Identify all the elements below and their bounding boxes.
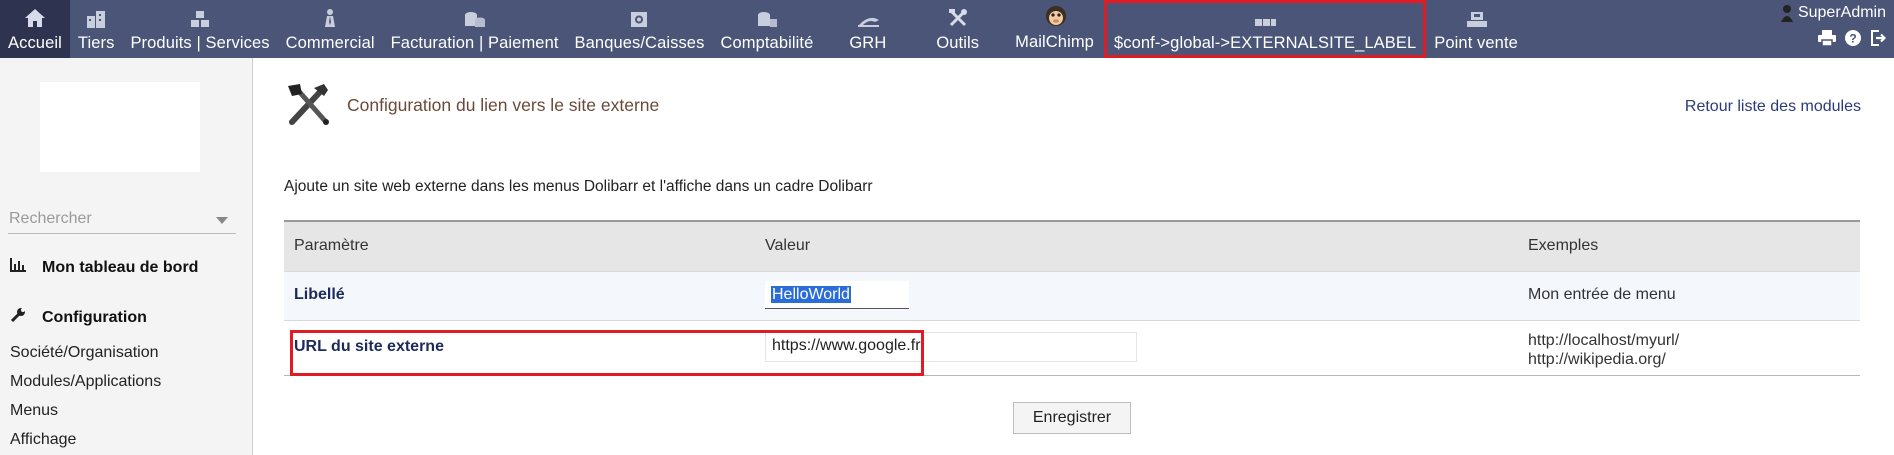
search-select[interactable]: Rechercher — [8, 206, 236, 234]
print-icon[interactable] — [1818, 30, 1836, 46]
menu-label: Tiers — [77, 34, 115, 52]
url-input-value: https://www.google.fr — [772, 337, 921, 354]
user-menu[interactable]: SuperAdmin — [1780, 4, 1886, 22]
menu-label: Banques/Caisses — [574, 34, 705, 52]
wrench-icon — [10, 307, 34, 328]
column-header: Paramètre — [294, 237, 369, 254]
logout-icon[interactable] — [1870, 30, 1886, 46]
label-input-value: HelloWorld — [771, 286, 851, 303]
label-input[interactable]: HelloWorld — [765, 281, 909, 309]
user-avatar-icon — [1780, 4, 1793, 22]
sidebar-link-modules[interactable]: Modules/Applications — [10, 373, 161, 391]
top-tools: ? — [1818, 30, 1886, 46]
chevron-down-icon — [216, 217, 228, 224]
hrm-icon — [857, 6, 879, 28]
param-label: URL du site externe — [294, 338, 444, 355]
menu-outils[interactable]: Outils — [914, 0, 1001, 58]
back-to-modules-link[interactable]: Retour liste des modules — [1685, 98, 1861, 116]
menu-label: GRH — [849, 34, 887, 52]
menu-external-site[interactable]: $conf->global->EXTERNALSITE_LABEL — [1103, 0, 1427, 58]
column-header: Valeur — [765, 237, 811, 254]
page-description: Ajoute un site web externe dans les menu… — [284, 178, 873, 195]
company-logo — [40, 82, 200, 172]
param-label: Libellé — [294, 286, 345, 303]
bank-icon — [628, 6, 650, 28]
products-icon — [189, 6, 211, 28]
user-area: SuperAdmin ? — [1780, 4, 1886, 46]
menu-commercial[interactable]: Commercial — [278, 0, 383, 58]
top-menu-bar: Accueil Tiers Produits | Services Commer… — [0, 0, 1894, 58]
menu-label: Comptabilité — [720, 34, 814, 52]
sidebar-link-societe[interactable]: Société/Organisation — [10, 344, 159, 362]
menu-label: Produits | Services — [130, 34, 270, 52]
save-button[interactable]: Enregistrer — [1013, 402, 1131, 434]
help-icon[interactable]: ? — [1845, 30, 1861, 46]
example-line: http://wikipedia.org/ — [1528, 351, 1666, 368]
example-text: http://localhost/myurl/ http://wikipedia… — [1528, 331, 1679, 369]
external-site-icon — [1254, 6, 1277, 28]
tools-icon — [947, 6, 969, 28]
sidebar-item-dashboard[interactable]: Mon tableau de bord — [10, 258, 198, 277]
mailchimp-icon — [1044, 3, 1066, 27]
svg-text:?: ? — [1849, 32, 1856, 46]
chart-icon — [10, 258, 34, 277]
sidebar-link-menus[interactable]: Menus — [10, 402, 58, 420]
billing-icon — [464, 6, 486, 28]
menu-label: Point vente — [1434, 34, 1518, 52]
menu-label: Facturation | Paiement — [390, 34, 559, 52]
search-placeholder: Rechercher — [9, 210, 92, 227]
menu-facturation[interactable]: Facturation | Paiement — [383, 0, 567, 58]
left-sidebar: Rechercher Mon tableau de bord Configura… — [0, 58, 253, 455]
url-input[interactable]: https://www.google.fr — [765, 332, 1137, 362]
menu-label: Accueil — [8, 34, 62, 52]
table-header-row: Paramètre Valeur Exemples — [284, 222, 1860, 272]
menu-produits-services[interactable]: Produits | Services — [122, 0, 277, 58]
table-row: Libellé HelloWorld Mon entrée de menu — [284, 272, 1860, 321]
commercial-icon — [319, 6, 341, 28]
main-content: Configuration du lien vers le site exter… — [254, 58, 1894, 455]
sidebar-link-affichage[interactable]: Affichage — [10, 431, 76, 449]
user-name: SuperAdmin — [1797, 4, 1886, 21]
menu-comptabilite[interactable]: Comptabilité — [712, 0, 821, 58]
settings-table: Paramètre Valeur Exemples Libellé HelloW… — [284, 220, 1860, 376]
menu-grh[interactable]: GRH — [821, 0, 914, 58]
sidebar-item-label: Configuration — [42, 308, 147, 326]
sidebar-item-configuration[interactable]: Configuration — [10, 307, 147, 328]
tools-icon — [284, 82, 334, 131]
menu-banques[interactable]: Banques/Caisses — [567, 0, 713, 58]
pos-icon — [1465, 6, 1488, 28]
menu-label: Commercial — [285, 34, 375, 52]
menu-mailchimp[interactable]: MailChimp — [1001, 0, 1104, 58]
menu-tiers[interactable]: Tiers — [70, 0, 123, 58]
menu-label: MailChimp — [1015, 33, 1094, 51]
example-line: http://localhost/myurl/ — [1528, 332, 1680, 349]
buildings-icon — [85, 6, 107, 28]
menu-accueil[interactable]: Accueil — [0, 0, 70, 58]
menu-label: Outils — [936, 34, 980, 52]
home-icon — [24, 6, 46, 28]
accounting-icon — [756, 6, 778, 28]
example-text: Mon entrée de menu — [1528, 286, 1676, 303]
page-title: Configuration du lien vers le site exter… — [347, 95, 660, 115]
menu-label: $conf->global->EXTERNALSITE_LABEL — [1113, 34, 1417, 52]
top-menu: Accueil Tiers Produits | Services Commer… — [0, 0, 1526, 58]
table-row: URL du site externe https://www.google.f… — [284, 321, 1860, 376]
sidebar-item-label: Mon tableau de bord — [42, 258, 199, 276]
column-header: Exemples — [1528, 237, 1599, 254]
menu-point-vente[interactable]: Point vente — [1426, 0, 1526, 58]
